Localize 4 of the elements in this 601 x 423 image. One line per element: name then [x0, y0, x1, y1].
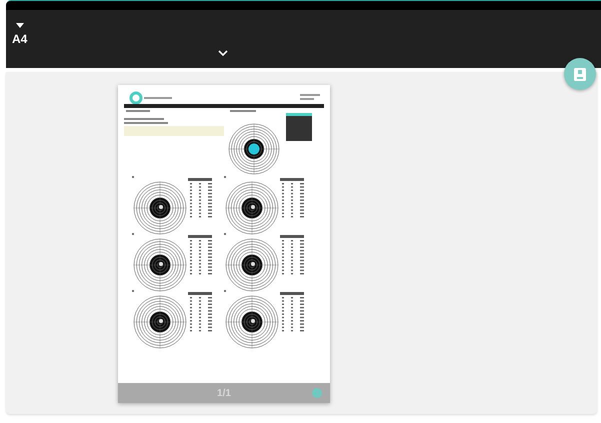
paper-size-label[interactable]: A4: [12, 32, 28, 46]
chevron-down-icon[interactable]: [218, 50, 228, 56]
save-icon: [574, 68, 586, 80]
caret-icon[interactable]: [16, 23, 24, 28]
